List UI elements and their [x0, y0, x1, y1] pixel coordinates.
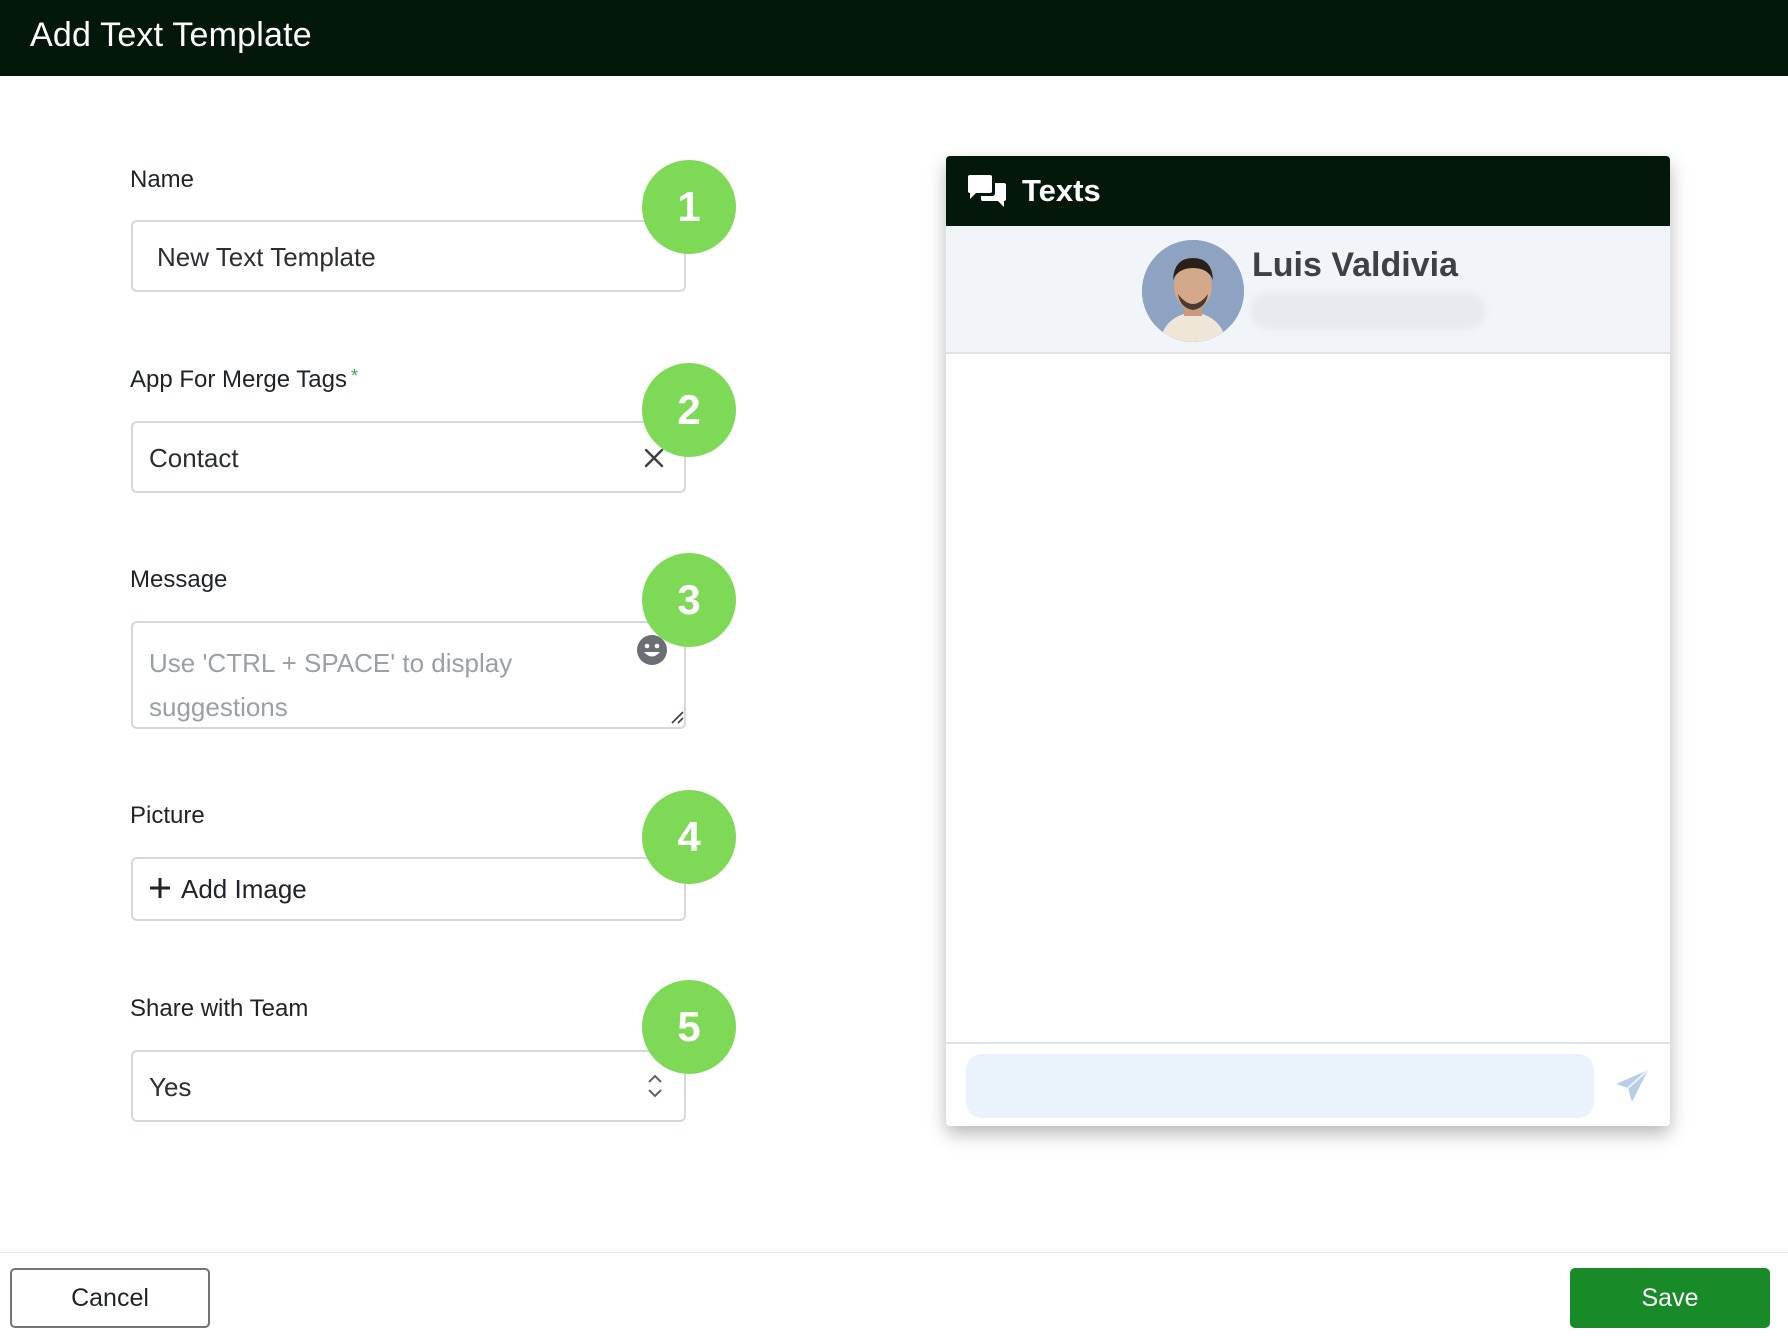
- app-merge-tags-select[interactable]: Contact: [131, 421, 686, 493]
- add-image-label: Add Image: [181, 874, 307, 904]
- app-merge-tags-label-text: App For Merge Tags: [130, 366, 347, 393]
- add-image-button[interactable]: Add Image: [131, 857, 686, 921]
- chat-bubbles-icon: [966, 174, 1008, 210]
- message-textarea[interactable]: Use 'CTRL + SPACE' to display suggestion…: [131, 621, 686, 729]
- picture-label: Picture: [130, 802, 205, 829]
- plus-icon: [147, 875, 173, 901]
- name-label: Name: [130, 166, 195, 193]
- avatar: [1142, 240, 1244, 342]
- compose-input[interactable]: [966, 1054, 1594, 1118]
- title-bar: Add Text Template: [0, 0, 1788, 76]
- preview-header: Texts: [946, 156, 1670, 226]
- page-title: Add Text Template: [30, 16, 312, 54]
- share-value: Yes: [149, 1072, 192, 1102]
- save-button[interactable]: Save: [1570, 1268, 1770, 1328]
- share-select[interactable]: Yes: [131, 1050, 686, 1122]
- name-value: New Text Template: [157, 242, 376, 272]
- step-badge-4: 4: [642, 790, 736, 884]
- message-placeholder: Use 'CTRL + SPACE' to display suggestion…: [149, 648, 513, 722]
- chevron-updown-icon: [645, 1072, 665, 1100]
- compose-bar: [946, 1042, 1670, 1126]
- step-badge-5: 5: [642, 980, 736, 1074]
- step-badge-2: 2: [642, 363, 736, 457]
- contact-name: Luis Valdivia: [1252, 246, 1458, 284]
- texts-preview-panel: Texts Luis Valdivia: [946, 156, 1670, 1126]
- name-input[interactable]: New Text Template: [131, 220, 686, 292]
- send-icon[interactable]: [1614, 1068, 1650, 1104]
- step-badge-3: 3: [642, 553, 736, 647]
- contact-header: Luis Valdivia: [946, 226, 1670, 354]
- required-mark: *: [351, 366, 359, 386]
- preview-title: Texts: [1022, 173, 1101, 208]
- contact-detail-redacted: [1250, 292, 1486, 330]
- message-label: Message: [130, 566, 228, 593]
- share-label: Share with Team: [130, 995, 309, 1022]
- app-merge-tags-label: App For Merge Tags *: [130, 366, 358, 394]
- message-thread-area: [946, 356, 1670, 1042]
- step-badge-1: 1: [642, 160, 736, 254]
- app-merge-tags-value: Contact: [149, 443, 239, 473]
- footer-bar: Cancel Save: [0, 1252, 1788, 1336]
- resize-handle-icon[interactable]: [669, 709, 685, 725]
- cancel-button[interactable]: Cancel: [10, 1268, 210, 1328]
